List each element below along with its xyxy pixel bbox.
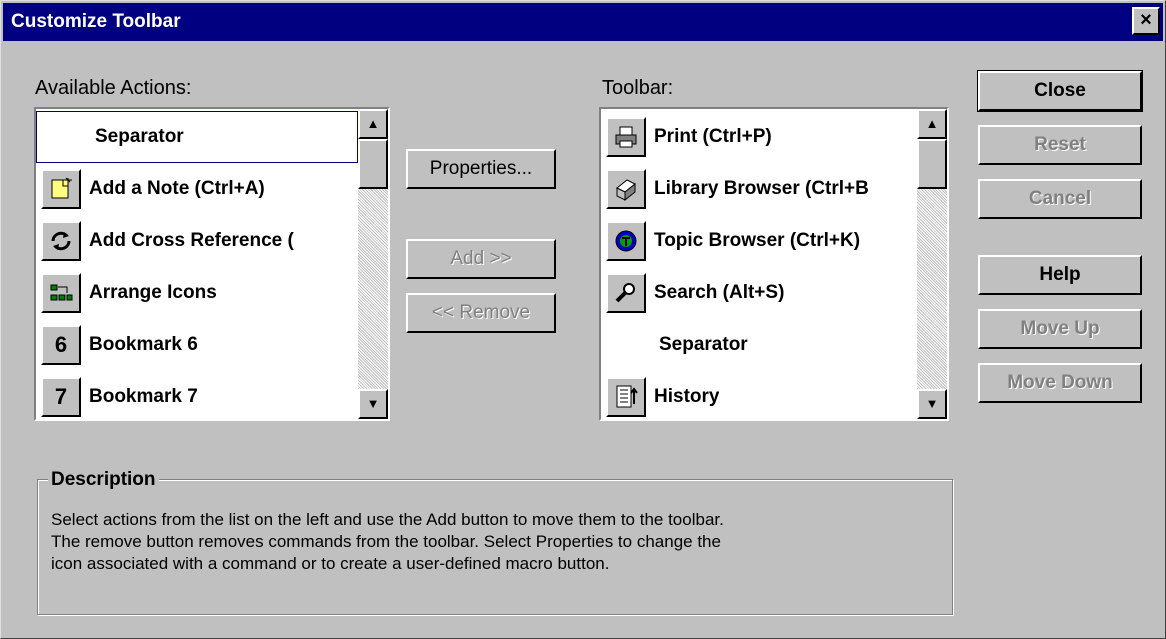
scroll-up-icon[interactable]: ▲	[358, 109, 388, 139]
note-icon	[41, 169, 81, 209]
help-button[interactable]: Help	[978, 255, 1142, 295]
scroll-up-icon[interactable]: ▲	[917, 109, 947, 139]
scroll-thumb[interactable]	[358, 139, 388, 189]
magnifier-icon	[606, 273, 646, 313]
available-actions-list[interactable]: Separator Add a Note (Ctrl+A) Add Cross …	[34, 107, 390, 421]
cross-reference-icon	[41, 221, 81, 261]
toolbar-list[interactable]: Print (Ctrl+P) Library Browser (Ctrl+B T…	[599, 107, 949, 421]
history-icon	[606, 377, 646, 417]
customize-toolbar-dialog: Customize Toolbar × Available Actions: S…	[0, 0, 1166, 639]
topic-icon	[606, 221, 646, 261]
list-item[interactable]: Library Browser (Ctrl+B	[601, 163, 917, 215]
arrange-icons-icon	[41, 273, 81, 313]
window-title: Customize Toolbar	[11, 11, 181, 32]
list-item[interactable]: 6 Bookmark 6	[36, 319, 358, 371]
description-text: Select actions from the list on the left…	[51, 510, 724, 573]
remove-button[interactable]: << Remove	[406, 293, 556, 333]
list-item[interactable]: 7 Bookmark 7	[36, 371, 358, 419]
reset-button[interactable]: Reset	[978, 125, 1142, 165]
list-item[interactable]: History	[601, 371, 917, 419]
available-scrollbar[interactable]: ▲ ▼	[358, 109, 388, 419]
scroll-down-icon[interactable]: ▼	[917, 389, 947, 419]
list-item[interactable]: Arrange Icons	[36, 267, 358, 319]
move-down-button[interactable]: Move Down	[978, 363, 1142, 403]
bookmark-6-icon: 6	[41, 325, 81, 365]
list-item[interactable]: Search (Alt+S)	[601, 267, 917, 319]
printer-icon	[606, 117, 646, 157]
list-item[interactable]: Print (Ctrl+P)	[601, 111, 917, 163]
move-up-button[interactable]: Move Up	[978, 309, 1142, 349]
properties-button[interactable]: Properties...	[406, 149, 556, 189]
scroll-thumb[interactable]	[917, 139, 947, 189]
close-button[interactable]: Close	[977, 70, 1143, 112]
add-button[interactable]: Add >>	[406, 239, 556, 279]
list-item[interactable]: Add Cross Reference (	[36, 215, 358, 267]
available-actions-label: Available Actions:	[35, 77, 192, 99]
title-bar[interactable]: Customize Toolbar ×	[3, 3, 1163, 41]
cancel-button[interactable]: Cancel	[978, 179, 1142, 219]
bookmark-7-icon: 7	[41, 377, 81, 417]
close-icon[interactable]: ×	[1132, 7, 1160, 35]
list-item[interactable]: Add a Note (Ctrl+A)	[36, 163, 358, 215]
toolbar-label: Toolbar:	[602, 77, 674, 99]
description-title: Description	[48, 469, 159, 491]
list-item[interactable]: Separator	[36, 111, 358, 163]
list-item[interactable]: Topic Browser (Ctrl+K)	[601, 215, 917, 267]
library-icon	[606, 169, 646, 209]
toolbar-scrollbar[interactable]: ▲ ▼	[917, 109, 947, 419]
list-item[interactable]: Separator	[601, 319, 917, 371]
scroll-down-icon[interactable]: ▼	[358, 389, 388, 419]
